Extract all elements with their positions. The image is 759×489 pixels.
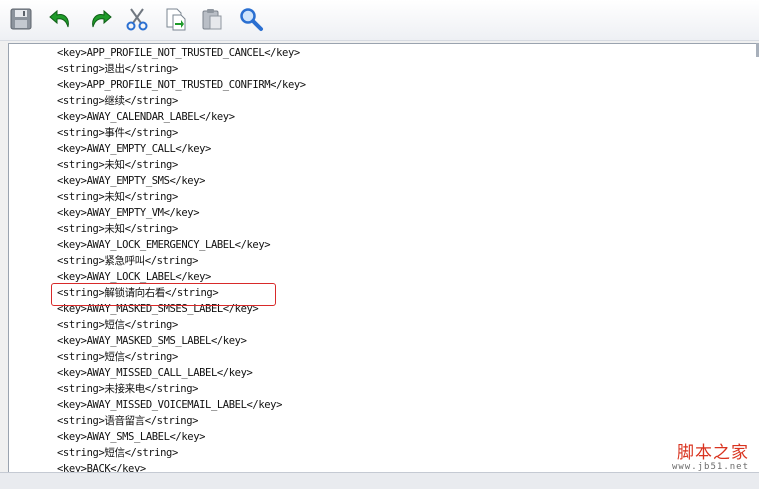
code-line: <key>APP_PROFILE_NOT_TRUSTED_CONFIRM</ke…	[57, 79, 306, 91]
code-line: <key>AWAY_MISSED_CALL_LABEL</key>	[57, 367, 253, 379]
highlight-annotation-box	[51, 283, 276, 306]
code-line: <string>未知</string>	[57, 223, 178, 235]
code-line: <key>AWAY_MASKED_SMS_LABEL</key>	[57, 335, 247, 347]
watermark: 脚本之家 www.jb51.net	[672, 444, 749, 472]
code-line: <string>紧急呼叫</string>	[57, 255, 199, 267]
copy-button[interactable]	[160, 4, 190, 34]
code-line: <string>未接来电</string>	[57, 383, 199, 395]
watermark-url: www.jb51.net	[671, 462, 749, 472]
cut-button[interactable]	[122, 4, 152, 34]
code-line: <string>短信</string>	[57, 351, 178, 363]
code-line: <key>AWAY_MISSED_VOICEMAIL_LABEL</key>	[57, 399, 283, 411]
watermark-title: 脚本之家	[677, 443, 749, 463]
paste-button[interactable]	[197, 4, 227, 34]
code-line: <key>AWAY_EMPTY_VM</key>	[57, 207, 200, 219]
redo-arrow-icon	[92, 9, 112, 28]
code-line: <key>AWAY_LOCK_EMERGENCY_LABEL</key>	[57, 239, 271, 251]
scissors-icon	[126, 8, 148, 31]
toolbar	[0, 0, 759, 41]
code-line: <string>未知</string>	[57, 191, 178, 203]
code-line: <string>短信</string>	[57, 319, 178, 331]
clipboard-icon	[202, 9, 222, 30]
copy-document-icon	[166, 8, 186, 31]
find-button[interactable]	[236, 4, 266, 34]
magnifier-icon	[240, 8, 263, 31]
code-line: <key>AWAY_SMS_LABEL</key>	[57, 431, 206, 443]
save-button[interactable]	[6, 4, 36, 34]
code-editor[interactable]: <key>APP_PROFILE_NOT_TRUSTED_CANCEL</key…	[8, 43, 759, 473]
code-line: <key>AWAY_EMPTY_SMS</key>	[57, 175, 206, 187]
horizontal-scrollbar[interactable]	[0, 472, 759, 489]
code-line: <key>APP_PROFILE_NOT_TRUSTED_CANCEL</key…	[57, 47, 300, 59]
code-line: <string>短信</string>	[57, 447, 178, 459]
code-line: <key>AWAY_EMPTY_CALL</key>	[57, 143, 211, 155]
undo-button[interactable]	[46, 4, 76, 34]
floppy-disk-icon	[10, 8, 32, 30]
code-line: <string>语音留言</string>	[57, 415, 199, 427]
code-line: <string>退出</string>	[57, 63, 178, 75]
redo-button[interactable]	[85, 4, 115, 34]
undo-arrow-icon	[49, 9, 69, 28]
code-line: <key>AWAY_CALENDAR_LABEL</key>	[57, 111, 235, 123]
code-line: <string>事件</string>	[57, 127, 178, 139]
code-line: <string>继续</string>	[57, 95, 178, 107]
code-line: <string>未知</string>	[57, 159, 178, 171]
